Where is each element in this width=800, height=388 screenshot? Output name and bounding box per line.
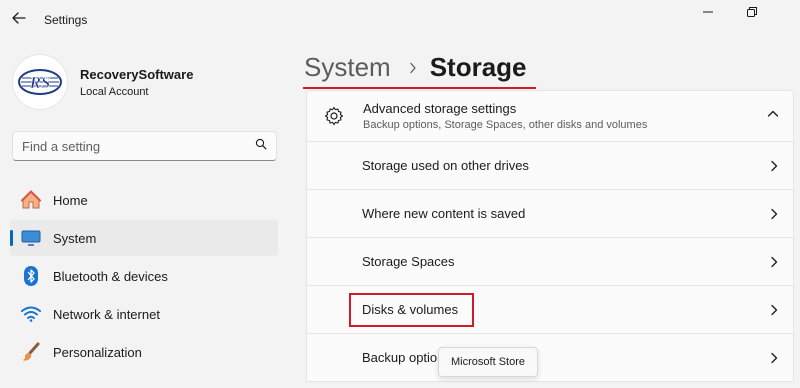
sidebar-item-label: Bluetooth & devices bbox=[53, 268, 168, 284]
sidebar-item-bluetooth[interactable]: Bluetooth & devices bbox=[10, 258, 278, 294]
home-icon bbox=[20, 189, 42, 211]
arrow-left-icon bbox=[12, 11, 26, 29]
user-profile[interactable]: RS RecoverySoftware Local Account bbox=[12, 54, 193, 110]
profile-name: RecoverySoftware bbox=[80, 66, 194, 82]
page-title: Storage bbox=[429, 52, 527, 82]
row-label: Backup optio bbox=[362, 350, 438, 365]
sidebar-item-system[interactable]: System bbox=[10, 220, 278, 256]
search-input[interactable]: Find a setting bbox=[12, 131, 277, 161]
search-placeholder: Find a setting bbox=[22, 138, 101, 154]
advanced-storage-title: Advanced storage settings bbox=[363, 101, 517, 116]
account-type: Local Account bbox=[80, 85, 149, 98]
row-new-content-saved[interactable]: Where new content is saved bbox=[306, 190, 794, 238]
chevron-right-icon bbox=[769, 207, 779, 225]
row-backup-options[interactable]: Backup optio bbox=[306, 334, 794, 382]
sidebar-item-label: Personalization bbox=[53, 344, 142, 360]
app-title: Settings bbox=[44, 13, 88, 27]
row-label: Where new content is saved bbox=[362, 206, 526, 221]
tooltip: Microsoft Store bbox=[438, 347, 538, 377]
row-storage-other-drives[interactable]: Storage used on other drives bbox=[306, 142, 794, 190]
advanced-storage-subtitle: Backup options, Storage Spaces, other di… bbox=[363, 119, 648, 131]
chevron-right-icon bbox=[769, 159, 779, 177]
sidebar-item-label: Home bbox=[53, 192, 88, 208]
back-button[interactable] bbox=[8, 10, 30, 30]
sidebar-item-label: Network & internet bbox=[53, 306, 160, 322]
breadcrumb: System Storage bbox=[304, 52, 527, 83]
annotation-underline bbox=[303, 87, 536, 89]
sidebar-nav: Home System Bluetooth & devices Network … bbox=[10, 182, 278, 372]
sidebar-item-label: System bbox=[53, 230, 97, 246]
search-icon bbox=[255, 137, 267, 155]
title-bar: Settings bbox=[0, 0, 800, 40]
sidebar-item-home[interactable]: Home bbox=[10, 182, 278, 218]
brush-icon bbox=[20, 341, 42, 363]
row-label: Storage used on other drives bbox=[362, 158, 529, 173]
rs-logo-icon: RS bbox=[18, 69, 62, 95]
bluetooth-icon bbox=[20, 265, 42, 287]
sidebar-item-network[interactable]: Network & internet bbox=[10, 296, 278, 332]
monitor-icon bbox=[20, 227, 42, 249]
chevron-right-icon bbox=[409, 62, 417, 74]
advanced-storage-header[interactable]: Advanced storage settings Backup options… bbox=[306, 90, 794, 142]
chevron-right-icon bbox=[769, 351, 779, 369]
minimize-button[interactable] bbox=[690, 4, 726, 24]
avatar: RS bbox=[12, 54, 68, 110]
svg-text:RS: RS bbox=[29, 73, 51, 92]
chevron-right-icon bbox=[769, 255, 779, 273]
chevron-up-icon[interactable] bbox=[767, 107, 779, 125]
restore-button[interactable] bbox=[734, 4, 770, 24]
chevron-right-icon bbox=[769, 303, 779, 321]
restore-icon bbox=[746, 5, 758, 23]
annotation-highlight-box bbox=[349, 293, 474, 327]
gear-icon bbox=[323, 105, 345, 127]
row-storage-spaces[interactable]: Storage Spaces bbox=[306, 238, 794, 286]
sidebar-item-personalization[interactable]: Personalization bbox=[10, 334, 278, 370]
minimize-icon bbox=[702, 5, 714, 23]
advanced-storage-panel: Advanced storage settings Backup options… bbox=[306, 90, 794, 382]
wifi-icon bbox=[20, 303, 42, 325]
row-label: Storage Spaces bbox=[362, 254, 455, 269]
breadcrumb-parent[interactable]: System bbox=[304, 52, 391, 83]
row-disks-volumes[interactable]: Disks & volumes bbox=[306, 286, 794, 334]
